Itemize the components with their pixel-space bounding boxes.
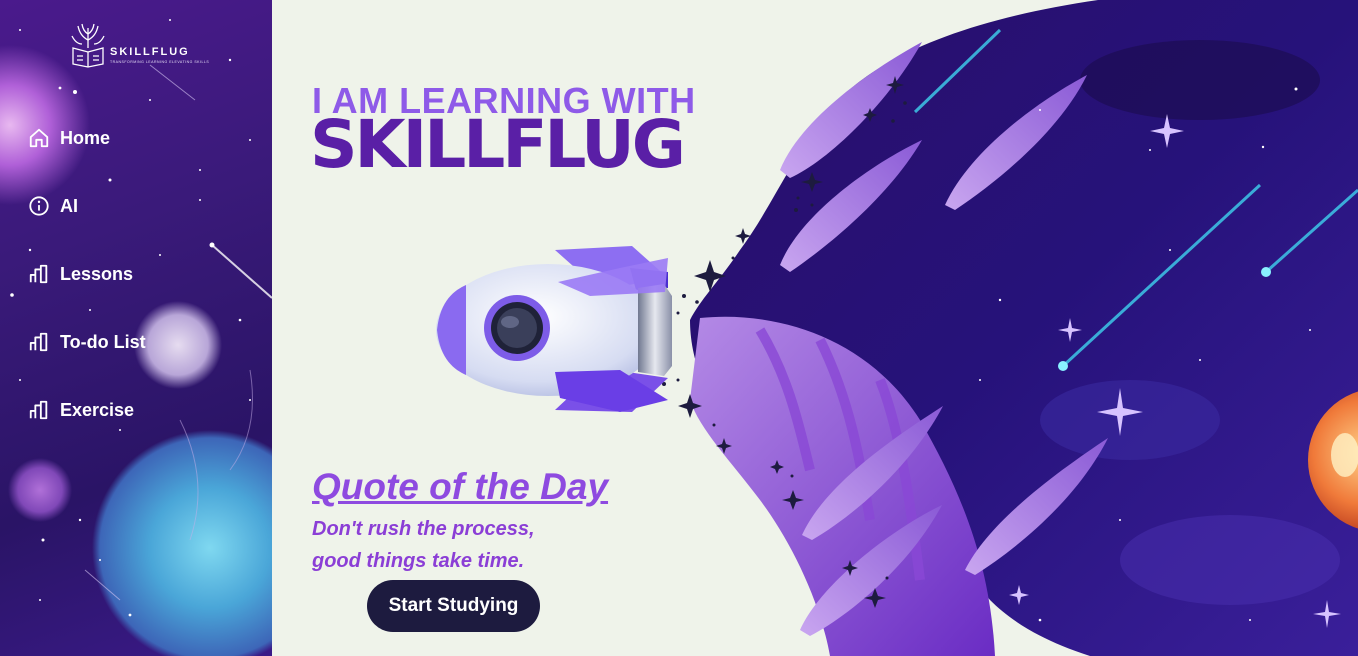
quote-title: Quote of the Day (312, 466, 609, 507)
rocket-illustration (436, 246, 672, 412)
hero-title: SKILLFLUG (310, 106, 686, 183)
start-studying-button[interactable]: Start Studying (367, 580, 540, 632)
quote-text-line-1: Don't rush the process, (312, 518, 535, 540)
quote-text-line-2: good things take time. (312, 550, 525, 572)
